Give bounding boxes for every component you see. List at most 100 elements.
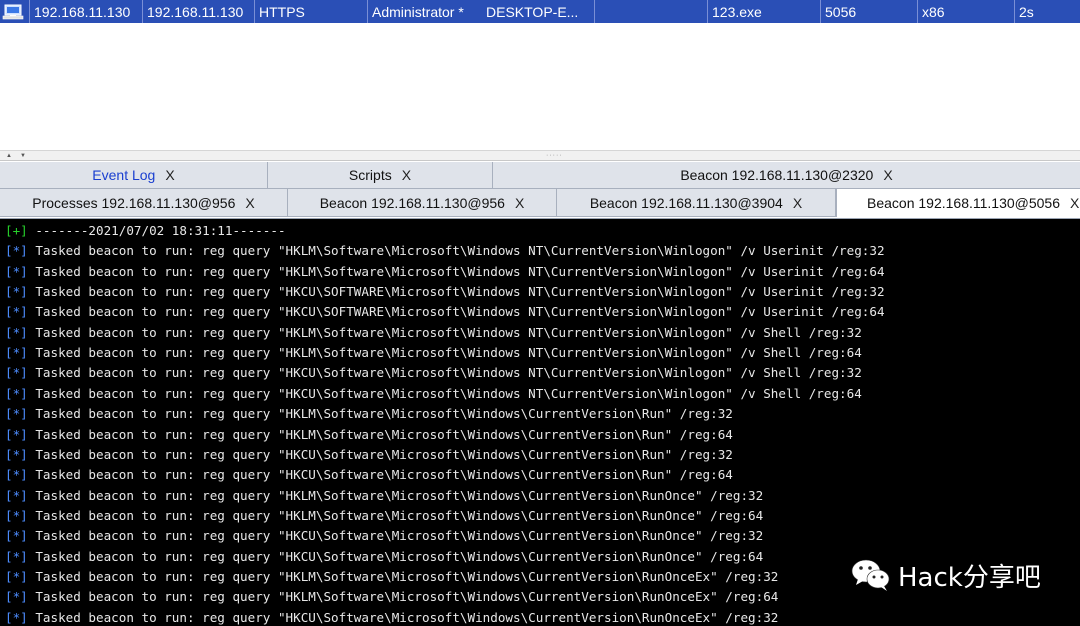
session-listener: HTTPS (255, 0, 368, 23)
console-line: [*] Tasked beacon to run: reg query "HKL… (5, 241, 885, 261)
console-line-prefix: [*] (5, 446, 28, 462)
session-pid: 5056 (821, 0, 918, 23)
session-user: Administrator * (372, 4, 464, 20)
tab-label: Scripts (348, 167, 392, 183)
console-line-text: Tasked beacon to run: reg query "HKCU\So… (27, 548, 764, 564)
console-line: [*] Tasked beacon to run: reg query "HKC… (5, 608, 778, 626)
tab-scripts[interactable]: Scripts X (268, 162, 493, 189)
close-icon[interactable]: X (883, 167, 892, 183)
tab-beacon-2320[interactable]: Beacon 192.168.11.130@2320 X (493, 162, 1080, 189)
close-icon[interactable]: X (245, 195, 254, 211)
pane-splitter[interactable]: ▲ ▼ ····· (0, 150, 1080, 161)
console-line-text: Tasked beacon to run: reg query "HKLM\So… (27, 568, 779, 584)
console-line-text: Tasked beacon to run: reg query "HKLM\So… (27, 487, 764, 503)
console-line: [*] Tasked beacon to run: reg query "HKL… (5, 486, 763, 506)
console-line-prefix: [+] (5, 223, 28, 238)
console-line: [*] Tasked beacon to run: reg query "HKC… (5, 302, 885, 322)
splitter-grip-icon[interactable]: ····· (546, 152, 563, 159)
tab-beacon-3904[interactable]: Beacon 192.168.11.130@3904 X (557, 189, 836, 217)
console-line-prefix: [*] (5, 365, 28, 381)
tab-label: Event Log (92, 167, 156, 183)
console-line-text: Tasked beacon to run: reg query "HKLM\So… (27, 345, 862, 361)
console-line-text: Tasked beacon to run: reg query "HKCU\So… (27, 365, 862, 381)
console-line: [*] Tasked beacon to run: reg query "HKC… (5, 465, 733, 485)
wechat-icon (851, 559, 890, 591)
console-line-prefix: [*] (5, 548, 28, 564)
session-process: 123.exe (708, 0, 821, 23)
console-line: [*] Tasked beacon to run: reg query "HKL… (5, 587, 778, 607)
console-line-text: Tasked beacon to run: reg query "HKLM\So… (27, 324, 862, 340)
session-last: 2s (1019, 4, 1034, 20)
tab-beacon-956[interactable]: Beacon 192.168.11.130@956 X (288, 189, 557, 217)
console-line: [*] Tasked beacon to run: reg query "HKC… (5, 445, 733, 465)
console-line: [*] Tasked beacon to run: reg query "HKL… (5, 262, 885, 282)
session-computer: DESKTOP-E... (482, 0, 595, 23)
console-line-text: Tasked beacon to run: reg query "HKCU\So… (27, 528, 764, 544)
console-line-prefix: [*] (5, 609, 28, 625)
console-line-text: Tasked beacon to run: reg query "HKLM\So… (27, 589, 779, 605)
tab-label: Beacon 192.168.11.130@3904 (589, 194, 783, 211)
console-line-text: Tasked beacon to run: reg query "HKCU\So… (27, 467, 733, 483)
session-icon-cell (0, 0, 30, 23)
tab-row-bottom: Processes 192.168.11.130@956 X Beacon 19… (0, 189, 1080, 217)
console-line: [*] Tasked beacon to run: reg query "HKC… (5, 526, 763, 546)
session-arch: x86 (918, 0, 1015, 23)
tab-label: Beacon 192.168.11.130@2320 (680, 167, 874, 183)
console-line-text: -------2021/07/02 18:31:11------- (27, 223, 286, 238)
close-icon[interactable]: X (402, 167, 411, 183)
console-line-prefix: [*] (5, 507, 28, 523)
watermark: Hack分享吧 (850, 555, 1041, 595)
console-line-text: Tasked beacon to run: reg query "HKLM\So… (27, 426, 733, 442)
session-row[interactable]: 192.168.11.130 192.168.11.130 HTTPS Admi… (0, 0, 1080, 23)
console-line-prefix: [*] (5, 487, 28, 503)
session-table: 192.168.11.130 192.168.11.130 HTTPS Admi… (0, 0, 1080, 150)
console-line-text: Tasked beacon to run: reg query "HKCU\SO… (27, 284, 885, 300)
collapse-down-icon[interactable]: ▼ (20, 152, 26, 160)
console-line-prefix: [*] (5, 324, 28, 340)
tab-processes-956[interactable]: Processes 192.168.11.130@956 X (0, 189, 288, 217)
console-line-text: Tasked beacon to run: reg query "HKLM\So… (27, 263, 885, 279)
console-line: [*] Tasked beacon to run: reg query "HKC… (5, 282, 885, 302)
console-line: [+] -------2021/07/02 18:31:11------- (5, 221, 286, 241)
close-icon[interactable]: X (793, 195, 802, 211)
console-line-text: Tasked beacon to run: reg query "HKLM\So… (27, 507, 764, 523)
console-line-prefix: [*] (5, 385, 28, 401)
close-icon[interactable]: X (165, 167, 174, 183)
console-line: [*] Tasked beacon to run: reg query "HKL… (5, 506, 763, 526)
console-line: [*] Tasked beacon to run: reg query "HKC… (5, 547, 763, 567)
tab-row-top: Event Log X Scripts X Beacon 192.168.11.… (0, 162, 1080, 189)
collapse-up-icon[interactable]: ▲ (6, 152, 12, 160)
console-line-prefix: [*] (5, 406, 28, 422)
console-line: [*] Tasked beacon to run: reg query "HKL… (5, 323, 862, 343)
console-line-text: Tasked beacon to run: reg query "HKLM\So… (27, 406, 733, 422)
console-line: [*] Tasked beacon to run: reg query "HKL… (5, 425, 733, 445)
tab-beacon-5056[interactable]: Beacon 192.168.11.130@5056 X (836, 189, 1080, 217)
watermark-text: Hack分享吧 (898, 562, 1041, 593)
console-line: [*] Tasked beacon to run: reg query "HKL… (5, 567, 778, 587)
console-line-prefix: [*] (5, 304, 28, 320)
tab-event-log[interactable]: Event Log X (0, 162, 268, 189)
console-line-prefix: [*] (5, 345, 28, 361)
console-line-prefix: [*] (5, 568, 28, 584)
close-icon[interactable]: X (515, 195, 524, 211)
session-external-ip: 192.168.11.130 (30, 0, 143, 23)
console-line: [*] Tasked beacon to run: reg query "HKL… (5, 343, 862, 363)
console-line-text: Tasked beacon to run: reg query "HKCU\So… (27, 446, 733, 462)
console-line: [*] Tasked beacon to run: reg query "HKL… (5, 404, 733, 424)
session-internal-ip: 192.168.11.130 (143, 0, 255, 23)
console-line-text: Tasked beacon to run: reg query "HKCU\SO… (27, 304, 885, 320)
console-line-prefix: [*] (5, 284, 28, 300)
console-line-prefix: [*] (5, 243, 28, 259)
beacon-computer-icon (2, 4, 24, 20)
console-line-text: Tasked beacon to run: reg query "HKCU\So… (27, 609, 779, 625)
console-line-prefix: [*] (5, 589, 28, 605)
close-icon[interactable]: X (1070, 195, 1079, 211)
console-line-prefix: [*] (5, 263, 28, 279)
console-line: [*] Tasked beacon to run: reg query "HKC… (5, 384, 862, 404)
tab-label: Beacon 192.168.11.130@956 (319, 194, 505, 211)
console-line-prefix: [*] (5, 467, 28, 483)
console-line-text: Tasked beacon to run: reg query "HKCU\So… (27, 385, 862, 401)
tab-label: Beacon 192.168.11.130@5056 (867, 195, 1061, 211)
tab-label: Processes 192.168.11.130@956 (32, 194, 236, 211)
console-line: [*] Tasked beacon to run: reg query "HKC… (5, 363, 862, 383)
